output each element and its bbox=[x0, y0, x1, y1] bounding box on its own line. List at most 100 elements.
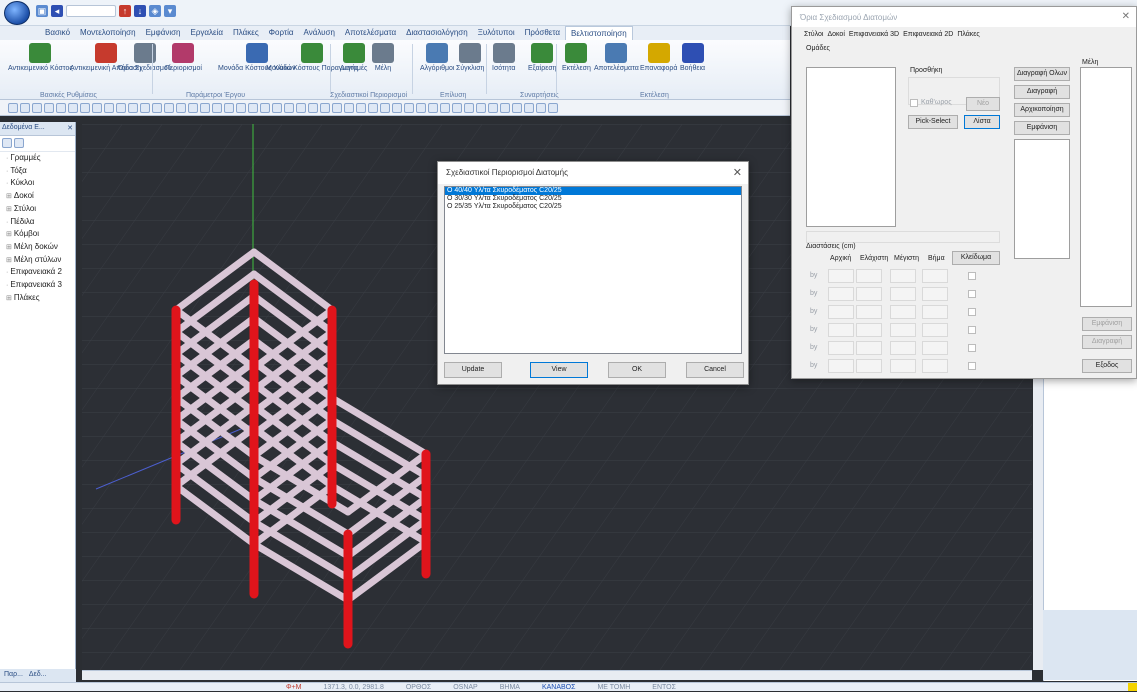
dimension-cell[interactable] bbox=[922, 323, 948, 337]
toolbar-tool-icon[interactable] bbox=[428, 102, 438, 113]
dimension-cell[interactable] bbox=[890, 323, 916, 337]
status-step[interactable]: ΒΗΜΑ bbox=[500, 683, 520, 691]
toolbar-tool-icon[interactable] bbox=[464, 102, 474, 113]
list-item[interactable]: O 40/40 Υλ/τα Σκυροδέματος C20/25 bbox=[445, 187, 741, 195]
lock-checkbox[interactable] bbox=[968, 326, 976, 334]
new-button[interactable]: Νέο bbox=[966, 97, 1000, 111]
tree-item[interactable]: · Πέδιλα bbox=[0, 216, 75, 229]
expand-icon[interactable]: ⊞ bbox=[6, 257, 12, 264]
expand-icon[interactable]: ⊞ bbox=[6, 206, 12, 213]
close-icon[interactable]: ✕ bbox=[733, 166, 742, 179]
tree-item[interactable]: · Τόξα bbox=[0, 165, 75, 178]
close-icon[interactable]: ✕ bbox=[67, 124, 73, 132]
dimension-cell[interactable] bbox=[856, 359, 882, 373]
dimension-cell[interactable] bbox=[828, 305, 854, 319]
initialize-button[interactable]: Αρχικοποίηση bbox=[1014, 103, 1070, 117]
layers-icon[interactable]: ◈ bbox=[149, 5, 161, 17]
toolbar-tool-icon[interactable] bbox=[68, 102, 78, 113]
horizontal-scrollbar[interactable] bbox=[82, 670, 1032, 680]
dimension-cell[interactable] bbox=[856, 305, 882, 319]
tab-6[interactable]: Ανάλυση bbox=[299, 26, 340, 40]
toolbar-tool-icon[interactable] bbox=[488, 102, 498, 113]
members-show-button[interactable]: Εμφάνιση bbox=[1082, 317, 1132, 331]
custom-checkbox[interactable] bbox=[910, 99, 918, 107]
toolbar-tool-icon[interactable] bbox=[116, 102, 126, 113]
dimension-cell[interactable] bbox=[890, 269, 916, 283]
toolbar-tool-icon[interactable] bbox=[524, 102, 534, 113]
tab-10[interactable]: Πρόσθετα bbox=[520, 26, 565, 40]
list-button[interactable]: Λίστα bbox=[964, 115, 1000, 129]
toolbar-tool-icon[interactable] bbox=[176, 102, 186, 113]
ribbon-button-12[interactable]: Εκτέλεση bbox=[562, 43, 591, 73]
tree-item[interactable]: · Γραμμές bbox=[0, 152, 75, 165]
expand-icon[interactable]: · bbox=[6, 180, 8, 187]
dimension-cell[interactable] bbox=[828, 287, 854, 301]
exit-button[interactable]: Εξοδος bbox=[1082, 359, 1132, 373]
delete-all-button[interactable]: Διαγραφή Ολων bbox=[1014, 67, 1070, 81]
ribbon-button-11[interactable]: Εξαίρεση bbox=[528, 43, 557, 73]
members-delete-button[interactable]: Διαγραφή bbox=[1082, 335, 1132, 349]
dimension-cell[interactable] bbox=[890, 341, 916, 355]
toolbar-tool-icon[interactable] bbox=[284, 102, 294, 113]
list-item[interactable]: O 30/30 Υλ/τα Σκυροδέματος C20/25 bbox=[445, 195, 741, 203]
toolbar-tool-icon[interactable] bbox=[20, 102, 30, 113]
dimension-cell[interactable] bbox=[828, 341, 854, 355]
toolbar-tool-icon[interactable] bbox=[296, 102, 306, 113]
ribbon-button-10[interactable]: Ισότητα bbox=[492, 43, 515, 73]
toolbar-tool-icon[interactable] bbox=[92, 102, 102, 113]
lock-checkbox[interactable] bbox=[968, 344, 976, 352]
expand-icon[interactable]: · bbox=[6, 168, 8, 175]
dimension-cell[interactable] bbox=[856, 287, 882, 301]
ok-button[interactable]: OK bbox=[608, 362, 666, 378]
tree-item[interactable]: · Επιφανειακά 2 bbox=[0, 266, 75, 279]
toolbar-tool-icon[interactable] bbox=[392, 102, 402, 113]
toolbar-tool-icon[interactable] bbox=[500, 102, 510, 113]
toolbar-tool-icon[interactable] bbox=[440, 102, 450, 113]
application-menu-button[interactable] bbox=[4, 1, 30, 25]
dimension-cell[interactable] bbox=[890, 359, 916, 373]
toolbar-tool-icon[interactable] bbox=[332, 102, 342, 113]
tab-0[interactable]: Βασικό bbox=[40, 26, 75, 40]
toolbar-tool-icon[interactable] bbox=[512, 102, 522, 113]
expand-icon[interactable]: · bbox=[6, 282, 8, 289]
dimension-cell[interactable] bbox=[856, 323, 882, 337]
dimension-cell[interactable] bbox=[890, 305, 916, 319]
ribbon-button-13[interactable]: Αποτελέσματα bbox=[594, 43, 639, 73]
save-icon[interactable]: ▣ bbox=[36, 5, 48, 17]
toolbar-tool-icon[interactable] bbox=[32, 102, 42, 113]
arrow-up-icon[interactable]: ↑ bbox=[119, 5, 131, 17]
tab-4[interactable]: Πλάκες bbox=[228, 26, 264, 40]
tree-item[interactable]: ⊞ Μέλη στύλων bbox=[0, 254, 75, 267]
toolbar-tool-icon[interactable] bbox=[356, 102, 366, 113]
toolbar-tool-icon[interactable] bbox=[368, 102, 378, 113]
status-inside[interactable]: ΕΝΤΟΣ bbox=[652, 683, 676, 691]
toolbar-tool-icon[interactable] bbox=[236, 102, 246, 113]
status-section[interactable]: ΜΕ ΤΟΜΗ bbox=[597, 683, 630, 691]
toolbar-tool-icon[interactable] bbox=[140, 102, 150, 113]
toolbar-tool-icon[interactable] bbox=[200, 102, 210, 113]
arrow-down-icon[interactable]: ↓ bbox=[134, 5, 146, 17]
tab-7[interactable]: Αποτελέσματα bbox=[340, 26, 401, 40]
toolbar-tool-icon[interactable] bbox=[308, 102, 318, 113]
section-list[interactable]: O 40/40 Υλ/τα Σκυροδέματος C20/25 O 30/3… bbox=[444, 186, 742, 354]
toolbar-tool-icon[interactable] bbox=[548, 102, 558, 113]
status-osnap[interactable]: OSNAP bbox=[453, 683, 478, 691]
lock-checkbox[interactable] bbox=[968, 290, 976, 298]
delete-button[interactable]: Διαγραφή bbox=[1014, 85, 1070, 99]
lock-checkbox[interactable] bbox=[968, 308, 976, 316]
toolbar-tool-icon[interactable] bbox=[56, 102, 66, 113]
toolbar-tool-icon[interactable] bbox=[224, 102, 234, 113]
expand-icon[interactable]: · bbox=[6, 155, 8, 162]
ribbon-button-2[interactable]: Όρια Σχεδιασμού bbox=[118, 43, 172, 73]
toolbar-tool-icon[interactable] bbox=[272, 102, 282, 113]
toolbar-tool-icon[interactable] bbox=[44, 102, 54, 113]
dimension-cell[interactable] bbox=[922, 305, 948, 319]
tab-columns[interactable]: Στύλοι bbox=[804, 31, 823, 38]
toolbar-tool-icon[interactable] bbox=[8, 102, 18, 113]
expand-icon[interactable]: · bbox=[6, 269, 8, 276]
tab-1[interactable]: Μοντελοποίηση bbox=[75, 26, 141, 40]
selection-list[interactable] bbox=[1014, 139, 1070, 259]
ribbon-button-7[interactable]: Μέλη bbox=[372, 43, 394, 73]
expand-icon[interactable]: · bbox=[6, 219, 8, 226]
toolbar-tool-icon[interactable] bbox=[80, 102, 90, 113]
